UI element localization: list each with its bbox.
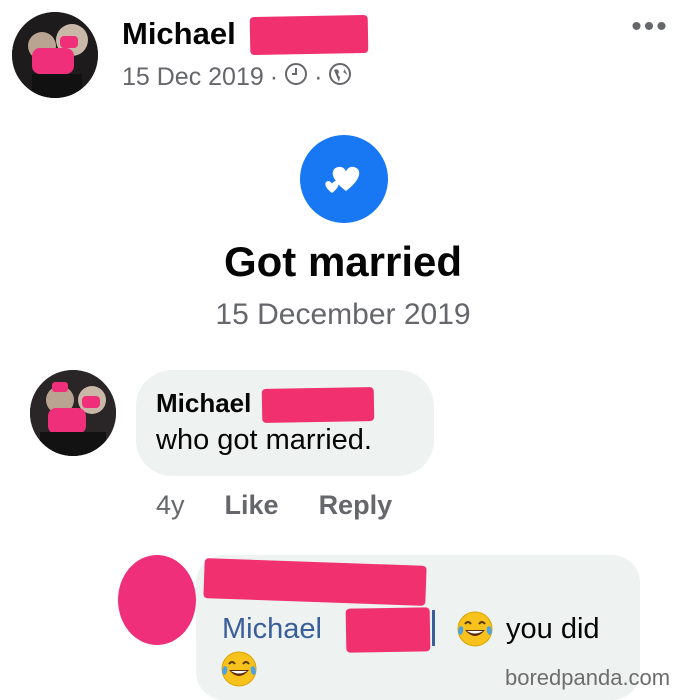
tears-of-joy-emoji	[456, 610, 494, 648]
reply-button[interactable]: Reply	[319, 490, 393, 521]
watermark: boredpanda.com	[505, 665, 671, 690]
more-options-icon[interactable]: •••	[630, 12, 670, 42]
redacted-surname	[249, 14, 369, 56]
post-meta: 15 Dec 2019 · ·	[122, 62, 352, 93]
life-event-date: 15 December 2019	[215, 298, 471, 331]
comment-actions: 4y Like Reply	[156, 490, 392, 521]
like-button[interactable]: Like	[225, 490, 279, 521]
author-avatar[interactable]	[12, 12, 98, 98]
redacted-mention-surname	[345, 607, 431, 653]
author-name[interactable]: Michael	[122, 16, 236, 52]
commenter-avatar[interactable]	[30, 370, 116, 456]
hearts-icon	[300, 135, 388, 223]
post-date[interactable]: 15 Dec 2019	[122, 63, 264, 92]
clock-icon	[284, 62, 308, 93]
mention-end-bar	[432, 610, 435, 646]
reply-text: you did	[506, 613, 600, 645]
mention-tag[interactable]: Michael	[222, 613, 322, 646]
comment-author[interactable]: Michael	[156, 388, 251, 419]
redacted-surname	[261, 387, 375, 423]
meta-separator: ·	[269, 63, 279, 91]
globe-icon[interactable]	[328, 62, 352, 93]
reply-commenter-avatar[interactable]	[118, 555, 196, 645]
comment-text: who got married.	[156, 424, 372, 456]
life-event-title: Got married	[223, 238, 463, 285]
comment-age: 4y	[156, 490, 185, 520]
facebook-post: Michael 15 Dec 2019 · · ••• Got married …	[0, 0, 700, 700]
tears-of-joy-emoji	[220, 650, 258, 688]
redacted-commenter-name	[203, 558, 427, 606]
meta-separator: ·	[314, 63, 323, 91]
comment-bubble	[136, 370, 434, 476]
